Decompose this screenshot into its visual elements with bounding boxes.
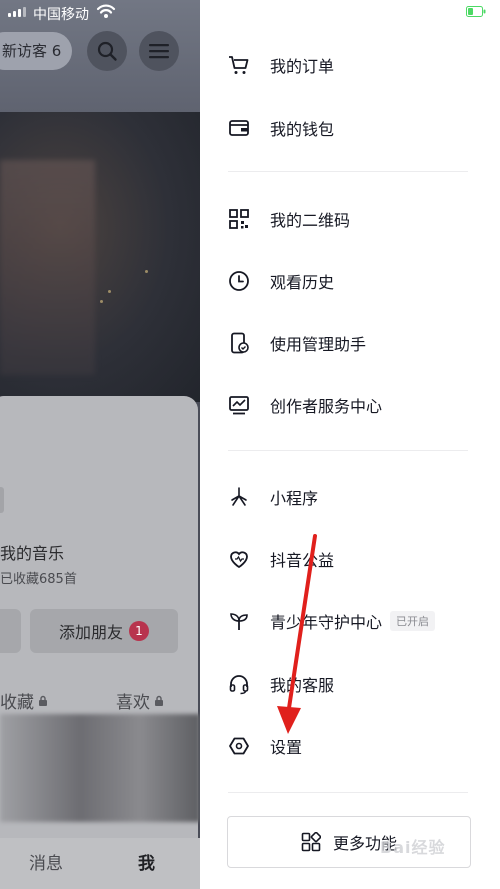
annotation-arrow — [277, 534, 317, 734]
